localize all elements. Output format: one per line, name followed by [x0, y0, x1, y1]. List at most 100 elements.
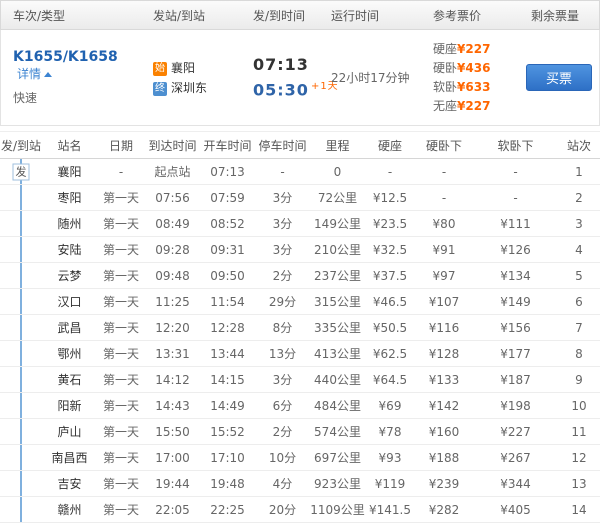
from-station-name: 襄阳 — [171, 61, 195, 75]
cell-station: 安陆 — [42, 237, 97, 263]
station-row: 南昌西第一天17:0017:1010分697公里¥93¥188¥26712 — [0, 445, 600, 471]
cell-seq: 1 — [558, 159, 600, 185]
cell-station: 阳新 — [42, 393, 97, 419]
cell-hard-sleeper: ¥239 — [415, 471, 473, 497]
cell-date: 第一天 — [97, 263, 145, 289]
cell-station: 南昌西 — [42, 445, 97, 471]
cell-hard-seat: ¥23.5 — [365, 211, 415, 237]
cell-seq: 6 — [558, 289, 600, 315]
cell-seq: 3 — [558, 211, 600, 237]
col-header-arrive-time: 到达时间 — [145, 132, 200, 159]
cell-arrive: 22:05 — [145, 497, 200, 523]
cell-stop: 3分 — [255, 367, 310, 393]
cell-distance: 413公里 — [310, 341, 365, 367]
cell-date: - — [97, 159, 145, 185]
timeline-cell: 发 — [0, 159, 42, 185]
header-remaining: 剩余票量 — [519, 7, 599, 24]
buy-ticket-button[interactable]: 买票 — [526, 64, 592, 91]
timeline-line — [20, 341, 22, 366]
cell-hard-seat: ¥50.5 — [365, 315, 415, 341]
table-header-row: 发/到站 站名 日期 到达时间 开车时间 停车时间 里程 硬座 硬卧下 软卧下 … — [0, 132, 600, 159]
cell-stop: - — [255, 159, 310, 185]
timeline-line — [20, 211, 22, 236]
cell-soft-sleeper: ¥111 — [473, 211, 558, 237]
price-list-cell: 硬座¥227 硬卧¥436 软卧¥633 无座¥227 — [421, 40, 519, 116]
cell-hard-seat: ¥62.5 — [365, 341, 415, 367]
cell-hard-seat: ¥93 — [365, 445, 415, 471]
price-line-soft-sleeper: 软卧¥633 — [433, 78, 519, 97]
cell-distance: 72公里 — [310, 185, 365, 211]
station-row: 鄂州第一天13:3113:4413分413公里¥62.5¥128¥1778 — [0, 341, 600, 367]
timeline-line — [20, 419, 22, 444]
cell-arrive: 12:20 — [145, 315, 200, 341]
cell-station: 武昌 — [42, 315, 97, 341]
cell-station: 庐山 — [42, 419, 97, 445]
station-row: 阳新第一天14:4314:496分484公里¥69¥142¥19810 — [0, 393, 600, 419]
header-train-type: 车次/类型 — [1, 7, 141, 24]
cell-seq: 10 — [558, 393, 600, 419]
arrive-time-line: 05:30+1天 — [253, 77, 319, 99]
cell-date: 第一天 — [97, 289, 145, 315]
timeline-line — [20, 289, 22, 314]
cell-arrive: 起点站 — [145, 159, 200, 185]
cell-soft-sleeper: ¥134 — [473, 263, 558, 289]
header-stations: 发站/到站 — [141, 7, 241, 24]
train-type-label: 快速 — [13, 89, 141, 106]
timeline-line — [20, 263, 22, 288]
cell-depart: 19:48 — [200, 471, 255, 497]
cell-hard-sleeper: ¥128 — [415, 341, 473, 367]
cell-stop: 6分 — [255, 393, 310, 419]
station-row: 汉口第一天11:2511:5429分315公里¥46.5¥107¥1496 — [0, 289, 600, 315]
cell-seq: 14 — [558, 497, 600, 523]
cell-seq: 9 — [558, 367, 600, 393]
station-table-body: 发襄阳-起点站07:13-0---1枣阳第一天07:5607:593分72公里¥… — [0, 159, 600, 523]
cell-station: 赣州 — [42, 497, 97, 523]
col-header-hard-sleeper: 硬卧下 — [415, 132, 473, 159]
price-label: 无座 — [433, 99, 457, 113]
cell-stop: 3分 — [255, 185, 310, 211]
cell-arrive: 11:25 — [145, 289, 200, 315]
timeline-cell — [0, 263, 42, 289]
depart-badge: 发 — [13, 163, 30, 180]
to-station-line: 终深圳东 — [153, 79, 241, 96]
buy-cell: 买票 — [519, 64, 599, 91]
cell-stop: 29分 — [255, 289, 310, 315]
cell-arrive: 09:28 — [145, 237, 200, 263]
cell-soft-sleeper: ¥156 — [473, 315, 558, 341]
cell-station: 襄阳 — [42, 159, 97, 185]
cell-station: 随州 — [42, 211, 97, 237]
cell-depart: 09:50 — [200, 263, 255, 289]
header-duration: 运行时间 — [319, 7, 421, 24]
cell-hard-seat: ¥69 — [365, 393, 415, 419]
station-row: 云梦第一天09:4809:502分237公里¥37.5¥97¥1345 — [0, 263, 600, 289]
cell-arrive: 15:50 — [145, 419, 200, 445]
timeline-cell — [0, 367, 42, 393]
price-label: 软卧 — [433, 80, 457, 94]
cell-arrive: 07:56 — [145, 185, 200, 211]
col-header-stop-time: 停车时间 — [255, 132, 310, 159]
station-row: 黄石第一天14:1214:153分440公里¥64.5¥133¥1879 — [0, 367, 600, 393]
col-header-seq: 站次 — [558, 132, 600, 159]
cell-distance: 0 — [310, 159, 365, 185]
cell-depart: 14:49 — [200, 393, 255, 419]
details-link[interactable]: 详情 — [17, 67, 52, 81]
price-line-no-seat: 无座¥227 — [433, 97, 519, 116]
cell-arrive: 19:44 — [145, 471, 200, 497]
cell-seq: 11 — [558, 419, 600, 445]
station-row: 发襄阳-起点站07:13-0---1 — [0, 159, 600, 185]
cell-hard-sleeper: ¥97 — [415, 263, 473, 289]
cell-stop: 3分 — [255, 237, 310, 263]
cell-distance: 335公里 — [310, 315, 365, 341]
cell-soft-sleeper: ¥149 — [473, 289, 558, 315]
cell-depart: 22:25 — [200, 497, 255, 523]
cell-hard-seat: ¥78 — [365, 419, 415, 445]
cell-seq: 2 — [558, 185, 600, 211]
cell-arrive: 09:48 — [145, 263, 200, 289]
cell-hard-sleeper: ¥160 — [415, 419, 473, 445]
cell-distance: 149公里 — [310, 211, 365, 237]
cell-seq: 7 — [558, 315, 600, 341]
collapse-up-icon — [44, 72, 52, 77]
train-number-link[interactable]: K1655/K1658 — [13, 49, 118, 65]
depart-time: 07:13 — [253, 55, 319, 74]
cell-seq: 8 — [558, 341, 600, 367]
